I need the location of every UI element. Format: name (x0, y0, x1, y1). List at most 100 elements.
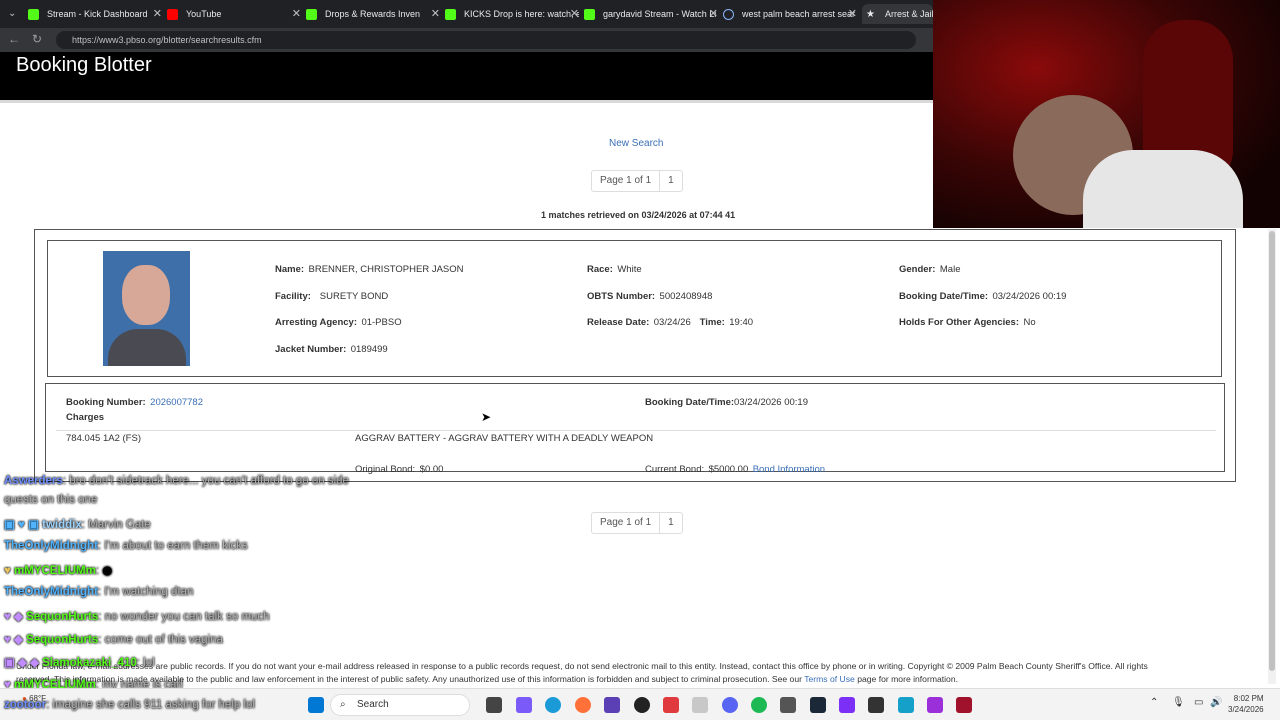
close-icon[interactable]: ✕ (431, 7, 440, 20)
clock-time: 8:02 PM (1233, 694, 1264, 703)
kick-icon (445, 8, 456, 20)
app-icon[interactable] (839, 697, 855, 713)
terms-of-use-link[interactable]: Terms of Use (804, 674, 855, 684)
chat-text: quests on this one (4, 494, 98, 506)
chat-username: twiddix (42, 519, 82, 531)
app-icon[interactable] (663, 697, 679, 713)
close-icon[interactable]: ✕ (153, 7, 162, 20)
charges-heading: Charges (66, 412, 105, 423)
current-bond-value: $5000.00 (708, 464, 749, 475)
back-icon[interactable]: ← (8, 32, 20, 46)
booking-number-label: Booking Number: (66, 397, 146, 408)
fx-icon[interactable] (927, 697, 943, 713)
name-label: Name: (275, 264, 305, 275)
race-value: White (617, 264, 642, 275)
app-icon[interactable] (780, 697, 796, 713)
tab-garydavid-stream[interactable]: garydavid Stream - Watch Li ✕ (584, 4, 718, 24)
page-scrollbar[interactable] (1268, 229, 1276, 684)
booking-datetime-label: Booking Date/Time: (899, 291, 989, 302)
network-icon[interactable]: ▭ (1194, 697, 1203, 708)
original-bond-value: $0.00 (419, 464, 444, 475)
charge-statute: 784.045 1A2 (FS) (66, 433, 141, 444)
music-icon[interactable] (692, 697, 708, 713)
chat-text: : imagine she calls 911 asking for help … (46, 699, 255, 711)
taskbar-search-box[interactable]: ⌕ Search (330, 694, 470, 716)
tab-arrest-search[interactable]: west palm beach arrest sear ✕ (723, 4, 857, 24)
tab-label: west palm beach arrest sear (742, 9, 856, 19)
microphone-icon[interactable]: 🎙 (1172, 697, 1185, 708)
chat-username: SequonHurts (26, 634, 99, 646)
edge-browser-icon[interactable] (545, 697, 561, 713)
obts-label: OBTS Number: (587, 291, 656, 302)
close-icon[interactable]: ✕ (570, 7, 579, 20)
chat-text: : bro don't sidetrack here... you can't … (62, 475, 349, 487)
close-icon[interactable]: ✕ (709, 7, 718, 20)
booking-number-field: Booking Number: 2026007782 (66, 392, 203, 410)
page-title: Booking Blotter (16, 54, 152, 76)
chat-message: TheOnlyMidnight: I'm about to earn them … (4, 540, 248, 552)
app-icon[interactable] (898, 697, 914, 713)
booking-number-link[interactable]: 2026007782 (150, 397, 203, 408)
chat-text: : I'm about to earn them kicks (97, 540, 248, 552)
chat-text: : no wonder you can talk so much (98, 611, 270, 623)
copilot-icon[interactable] (516, 697, 532, 713)
new-search-link[interactable]: New Search (609, 138, 663, 149)
close-icon[interactable]: ✕ (848, 7, 857, 20)
agency-label: Arresting Agency: (275, 317, 357, 328)
face-shape (122, 265, 170, 325)
facility-value: SURETY BOND (319, 291, 389, 302)
tab-drops-rewards[interactable]: Drops & Rewards Inven ✕ (306, 4, 440, 24)
kick-icon (584, 8, 595, 20)
chat-text: : come out of this vagina (98, 634, 223, 646)
tab-youtube[interactable]: YouTube ✕ (167, 4, 301, 24)
steam-icon[interactable] (810, 697, 826, 713)
valorant-icon[interactable] (956, 697, 972, 713)
scrollbar-thumb[interactable] (1269, 231, 1275, 671)
tab-search-icon[interactable]: ⌄ (8, 8, 16, 19)
gender-field: Gender: Male (899, 259, 960, 277)
clock[interactable]: 8:02 PM 3/24/2026 (1228, 693, 1264, 715)
tab-kicks-drop[interactable]: KICKS Drop is here: watch, e ✕ (445, 4, 579, 24)
current-bond-label: Current Bond: (645, 464, 705, 475)
volume-icon[interactable]: 🔊 (1210, 697, 1222, 708)
chat-username: zootoor (4, 699, 47, 711)
tray-chevron-icon[interactable]: ⌃ (1150, 697, 1158, 708)
url-input[interactable]: https://www3.pbso.org/blotter/searchresu… (56, 31, 916, 49)
pager-top: Page 1 of 1 1 (591, 170, 683, 192)
jacket-label: Jacket Number: (275, 344, 347, 355)
chat-message: quests on this one (4, 494, 97, 506)
app-icon[interactable] (868, 697, 884, 713)
bond-information-link[interactable]: Bond Information (753, 464, 825, 475)
agency-value: 01-PBSO (361, 317, 402, 328)
task-view-icon[interactable] (486, 697, 502, 713)
app-icon[interactable] (604, 697, 620, 713)
chat-username: Slamokazaki_410 (42, 657, 137, 669)
facility-field: Facility: SURETY BOND (275, 286, 388, 304)
tab-label: garydavid Stream - Watch Li (603, 9, 717, 19)
chat-username: TheOnlyMidnight (4, 586, 98, 598)
tab-kick-dashboard[interactable]: Stream - Kick Dashboard ✕ (28, 4, 162, 24)
close-icon[interactable]: ✕ (292, 7, 301, 20)
tab-label: YouTube (186, 9, 222, 19)
footer-line-1: Under Florida law, e-mail addresses are … (16, 661, 1148, 671)
chat-text: : lol (136, 657, 155, 669)
windows-start-icon[interactable] (308, 697, 324, 713)
divider (56, 430, 1216, 431)
obs-icon[interactable] (634, 697, 650, 713)
firefox-icon[interactable] (575, 697, 591, 713)
discord-icon[interactable] (722, 697, 738, 713)
booking-card: Booking Number: 2026007782 Booking Date/… (45, 383, 1225, 475)
pager-page-1[interactable]: 1 (659, 171, 682, 191)
pager-page-1[interactable]: 1 (659, 513, 682, 533)
divider (0, 100, 933, 103)
browser-tab-bar: ⌄ Stream - Kick Dashboard ✕ YouTube ✕ Dr… (0, 0, 933, 28)
chat-text: : Marvin Gate (81, 519, 151, 531)
spotify-icon[interactable] (751, 697, 767, 713)
tab-arrest-jail[interactable]: ★ Arrest & Jail - F (862, 4, 933, 24)
badge-icon: ▣ ◆ ◆ (4, 657, 43, 669)
reload-icon[interactable]: ↻ (32, 32, 42, 46)
race-label: Race: (587, 264, 613, 275)
pager-bottom: Page 1 of 1 1 (591, 512, 683, 534)
mugshot-photo[interactable] (103, 251, 190, 366)
chat-message: ♥ ◆ SequonHurts: come out of this vagina (4, 632, 223, 646)
